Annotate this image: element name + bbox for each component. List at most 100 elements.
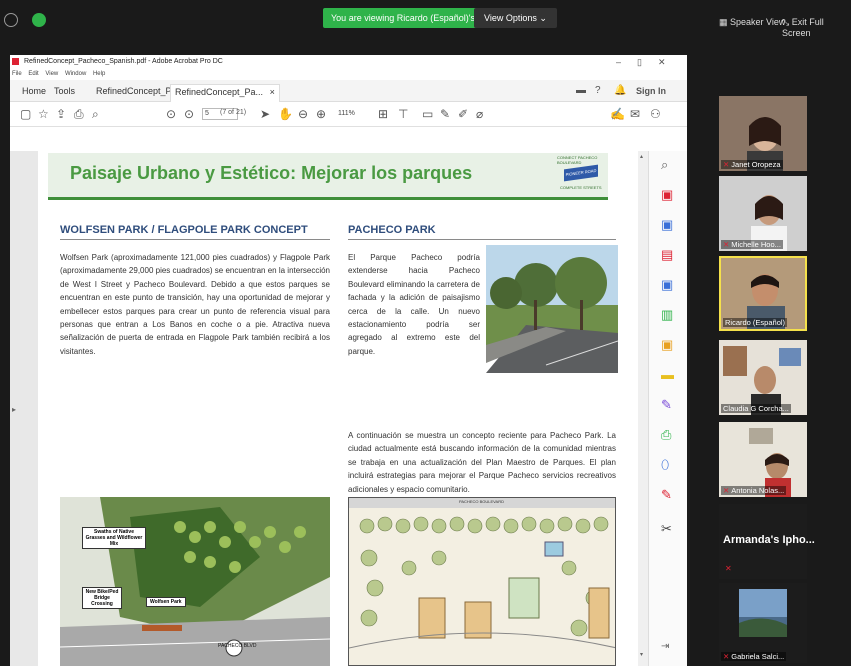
tab-doc-2-label: RefinedConcept_Pa...	[175, 87, 264, 97]
chat-icon[interactable]: ▬	[576, 85, 586, 96]
stamp-icon[interactable]: ⌀	[476, 107, 483, 121]
plan-street-label: PACHECO BOULEVARD	[459, 499, 504, 504]
participant-name: Ricardo (Español)	[723, 318, 788, 327]
menu-help[interactable]: Help	[93, 71, 105, 77]
bell-icon[interactable]: 🔔	[614, 85, 626, 96]
print-production-icon[interactable]: ⎙	[661, 427, 671, 443]
upload-icon[interactable]: ⇪	[56, 107, 66, 121]
participant-tile[interactable]: ✕ Antonia Nolas...	[719, 422, 807, 497]
participant-tile[interactable]: ✕ Janet Oropeza	[719, 96, 807, 171]
participant-name: ✕ Antonia Nolas...	[721, 486, 787, 495]
muted-mic-icon: ✕	[723, 240, 730, 249]
fill-sign-icon[interactable]: ▣	[661, 337, 673, 353]
left-heading-rule	[60, 239, 330, 240]
mail-icon[interactable]: ✉	[630, 107, 640, 121]
shield-icon[interactable]	[32, 13, 46, 27]
menu-view[interactable]: View	[45, 71, 58, 77]
left-heading: WOLFSEN PARK / FLAGPOLE PARK CONCEPT	[60, 224, 308, 236]
menu-edit[interactable]: Edit	[28, 71, 38, 77]
page-banner: Paisaje Urbano y Estético: Mejorar los p…	[48, 153, 608, 197]
zoom-level-select[interactable]: 111%	[338, 108, 368, 120]
minimize-button[interactable]: –	[616, 55, 621, 69]
shrink-icon: ⤡	[782, 17, 792, 27]
prev-page-icon[interactable]: ⊙	[166, 107, 176, 121]
zoom-out-icon[interactable]: ⊖	[298, 107, 308, 121]
zoom-window: You are viewing Ricardo (Español)'s scre…	[0, 0, 851, 666]
exit-full-screen-button[interactable]: ⤡ Exit Full Screen	[782, 17, 851, 38]
tools-pane: ⌕ ▣ ▣ ▤ ▣ ▥ ▣ ▬ ✎ ⎙ ⬯ ✎ ✂ ⇥	[648, 151, 687, 666]
participant-tile[interactable]: Claudia G Corcha...	[719, 340, 807, 415]
comment-icon[interactable]: ▭	[422, 107, 433, 121]
map-label-wolfsen: Wolfsen Park	[146, 597, 186, 607]
participant-avatar	[739, 589, 787, 637]
participant-tile[interactable]: ✕ Michelle Hoo...	[719, 176, 807, 251]
pacheco-logo: CONNECT PACHECO BOULEVARD PIONEER ROAD C…	[556, 155, 612, 193]
create-icon[interactable]: ▢	[20, 107, 31, 121]
zoom-in-icon[interactable]: ⊕	[316, 107, 326, 121]
tab-home[interactable]: Home	[18, 84, 50, 102]
collapse-pane-icon[interactable]: ⇥	[661, 641, 669, 652]
print-icon[interactable]: ⎙	[74, 107, 84, 122]
participant-name: ✕ Janet Oropeza	[721, 160, 783, 169]
more-tools-icon[interactable]: ✂	[661, 521, 672, 537]
sign-icon[interactable]: ✍	[610, 107, 625, 121]
wolfsen-map-graphic	[60, 497, 330, 666]
menu-bar: File Edit View Window Help	[10, 69, 687, 80]
comment-tool-icon[interactable]: ▬	[661, 367, 674, 382]
title-bar: RefinedConcept_Pacheco_Spanish.pdf - Ado…	[10, 55, 687, 69]
tab-tools[interactable]: Tools	[50, 84, 79, 102]
pacheco-plan-graphic	[349, 498, 615, 665]
rotate-icon[interactable]: ⊤	[398, 107, 408, 121]
menu-window[interactable]: Window	[65, 71, 86, 77]
logo-top-text: CONNECT PACHECO BOULEVARD	[557, 155, 598, 165]
select-cursor-icon[interactable]: ➤	[260, 107, 270, 121]
right-heading: PACHECO PARK	[348, 224, 436, 236]
acrobat-window: RefinedConcept_Pacheco_Spanish.pdf - Ado…	[10, 55, 687, 666]
document-viewer: ▸ Paisaje Urbano y Estético: Mejorar los…	[10, 151, 687, 666]
toolbar: ▢ ☆ ⇪ ⎙ ⌕ ⊙ ⊙ 5 (7 of 21) ➤ ✋ ⊖ ⊕ 111% ⊞…	[10, 102, 687, 127]
tab-doc-2[interactable]: RefinedConcept_Pa... ×	[170, 84, 280, 102]
protect-icon[interactable]: ⬯	[661, 457, 669, 473]
speaker-view-button[interactable]: ▦ Speaker View	[719, 17, 785, 28]
export-pdf-icon[interactable]: ▣	[661, 187, 673, 203]
banner-title: Paisaje Urbano y Estético: Mejorar los p…	[70, 163, 473, 183]
pen-icon[interactable]: ✎	[440, 107, 450, 121]
zoom-search-icon[interactable]: ⌕	[661, 157, 668, 173]
vertical-scrollbar[interactable]: ▴ ▾	[638, 151, 648, 666]
tab-close-icon[interactable]: ×	[270, 87, 275, 97]
info-icon[interactable]	[4, 13, 18, 27]
banner-rule	[48, 197, 608, 200]
participant-name: Claudia G Corcha...	[721, 404, 791, 413]
map-label-bridge: New Bike/Ped Bridge Crossing	[82, 587, 122, 609]
fit-page-icon[interactable]: ⊞	[378, 107, 388, 121]
scroll-down-icon[interactable]: ▾	[640, 651, 643, 658]
scroll-up-icon[interactable]: ▴	[640, 153, 643, 160]
participant-tile-no-video[interactable]: Armanda's Ipho... ✕	[719, 504, 815, 579]
next-page-icon[interactable]: ⊙	[184, 107, 194, 121]
expand-left-panel-icon[interactable]: ▸	[12, 405, 16, 414]
muted-mic-icon: ✕	[725, 564, 732, 573]
left-gutter: ▸	[10, 151, 38, 666]
search-icon[interactable]: ⌕	[92, 107, 99, 122]
close-window-button[interactable]: ✕	[658, 55, 666, 69]
help-icon[interactable]: ?	[595, 85, 601, 96]
star-icon[interactable]: ☆	[38, 107, 49, 121]
left-paragraph: Wolfsen Park (aproximadamente 121,000 pi…	[60, 253, 330, 356]
highlight-icon[interactable]: ✐	[458, 107, 468, 121]
maximize-button[interactable]: ▯	[637, 55, 642, 69]
edit-pdf-icon[interactable]: ▤	[661, 247, 673, 263]
combine-icon[interactable]: ▣	[661, 277, 673, 293]
right-paragraph: El Parque Pacheco podría extenderse haci…	[348, 253, 480, 356]
hand-icon[interactable]: ✋	[278, 107, 293, 121]
menu-file[interactable]: File	[12, 71, 22, 77]
draw-icon[interactable]: ✎	[661, 397, 672, 413]
sign-in-link[interactable]: Sign In	[636, 86, 666, 96]
share-icon[interactable]: ⚇	[650, 107, 661, 121]
participant-tile-active-speaker[interactable]: Ricardo (Español)	[719, 256, 807, 331]
organize-icon[interactable]: ▥	[661, 307, 673, 323]
redact-icon[interactable]: ✎	[661, 487, 672, 503]
participant-tile[interactable]: ✕ Gabriela Salci...	[719, 583, 807, 663]
view-options-button[interactable]: View Options ⌄	[474, 8, 557, 28]
create-pdf-icon[interactable]: ▣	[661, 217, 673, 233]
muted-mic-icon: ✕	[723, 652, 730, 661]
